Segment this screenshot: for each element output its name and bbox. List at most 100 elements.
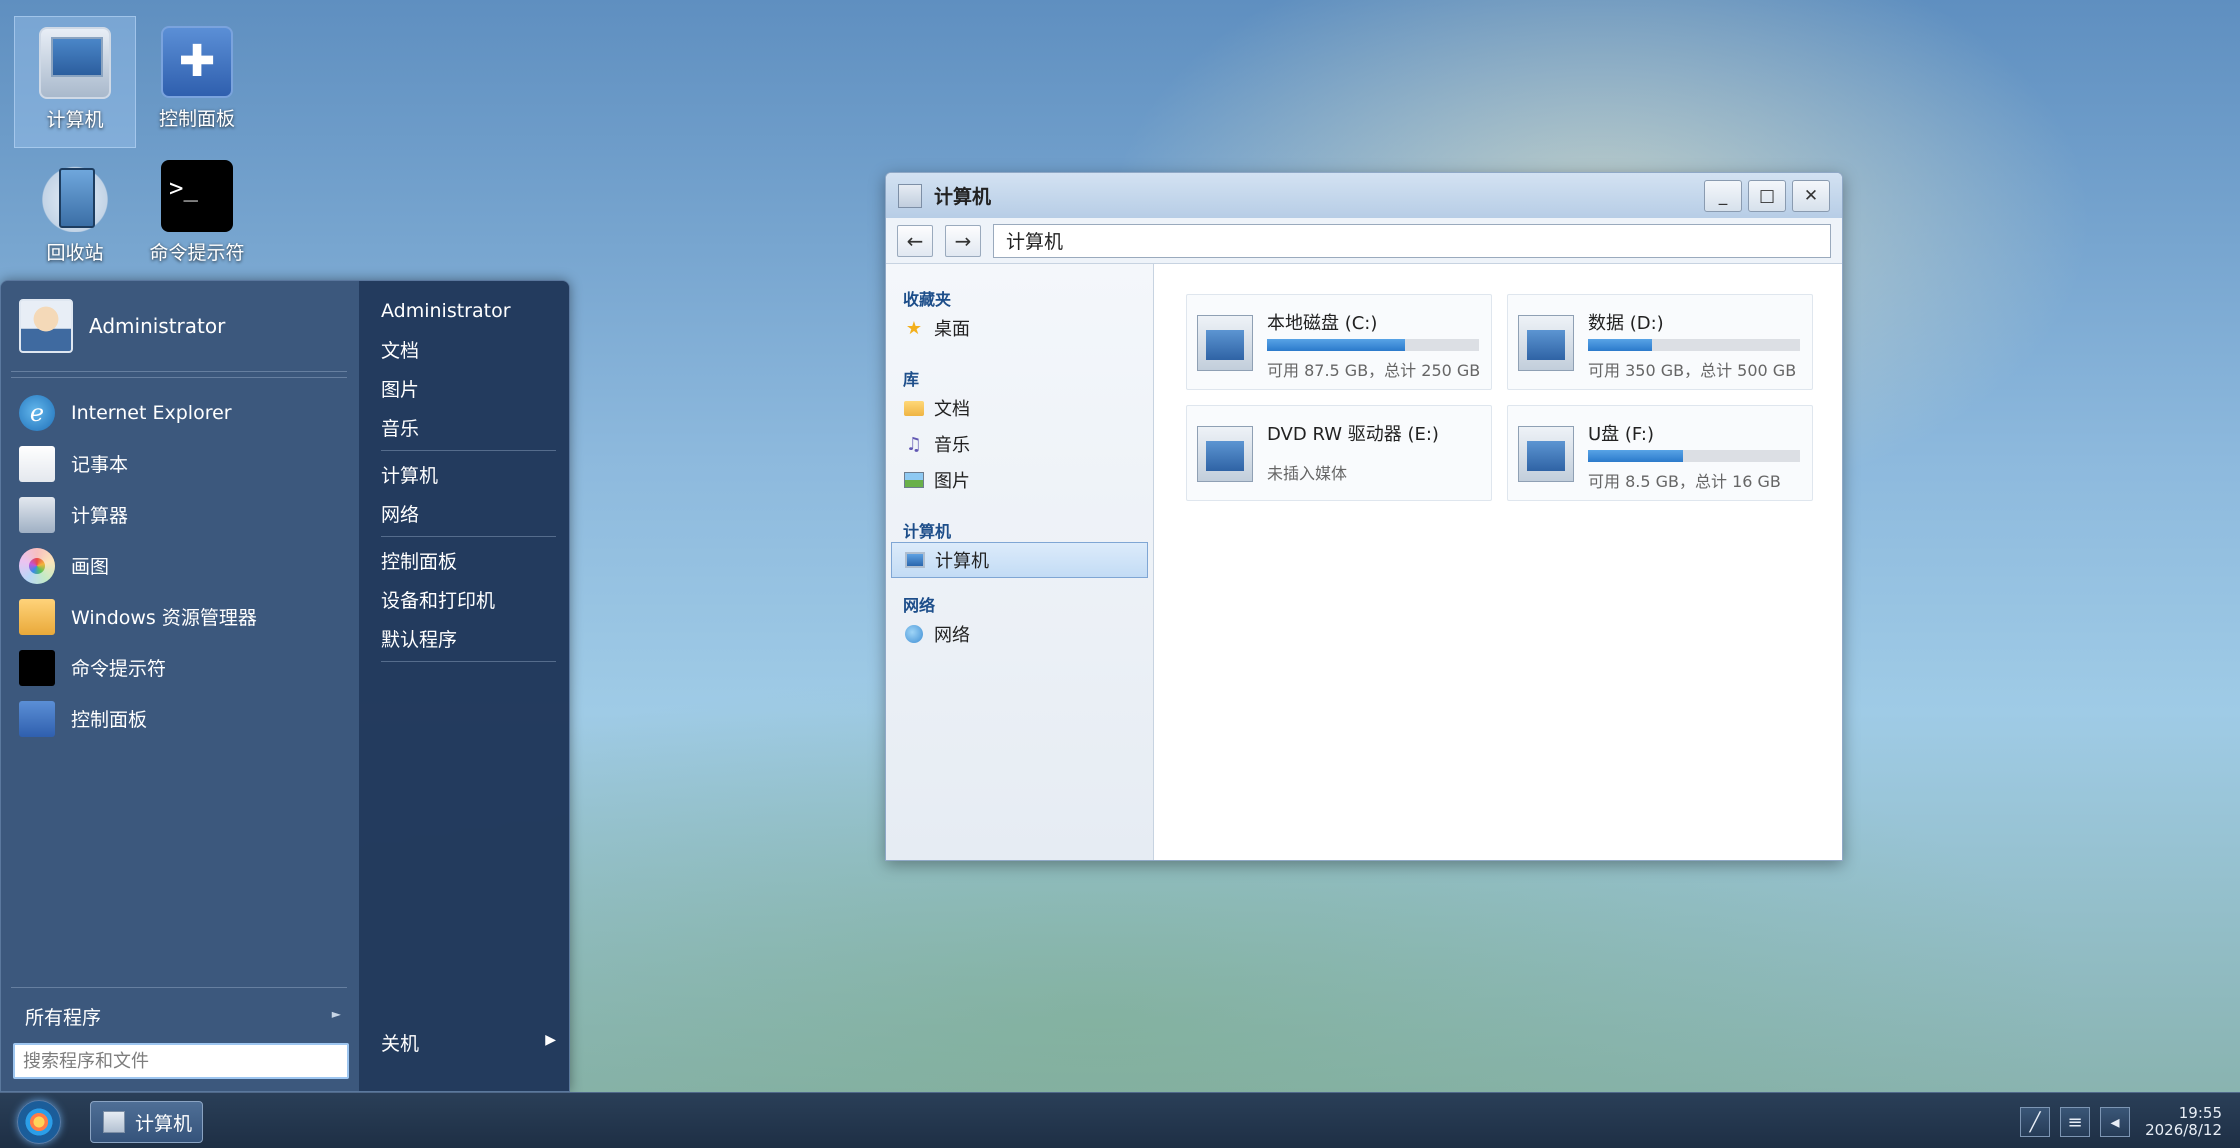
control-panel-icon: ✚: [161, 26, 233, 98]
divider: [11, 377, 347, 378]
shutdown-label: 关机: [381, 1033, 420, 1055]
desktop-icon-recycle-bin[interactable]: 回收站: [14, 150, 136, 282]
drive-name: U盘 (F:): [1588, 424, 1654, 445]
nav-item-network[interactable]: 网络: [886, 616, 1153, 652]
nav-group-computer[interactable]: 计算机: [886, 518, 1153, 542]
start-link-user-folder[interactable]: Administrator: [381, 291, 556, 330]
drive-name: 数据 (D:): [1588, 313, 1664, 334]
pen-icon[interactable]: ╱: [2020, 1107, 2050, 1137]
chevron-right-icon[interactable]: ▶: [545, 1029, 556, 1056]
calculator-icon: [19, 496, 55, 533]
close-button[interactable]: ✕: [1792, 179, 1830, 212]
app-label: 命令提示符: [71, 658, 167, 680]
forward-button[interactable]: →: [945, 224, 981, 257]
explorer-icon: [19, 598, 55, 635]
content-pane: 本地磁盘 (C:) 可用 87.5 GB，总计 250 GB 数据 (D:) 可…: [1154, 264, 1842, 860]
start-app-notepad[interactable]: 记事本: [19, 438, 349, 489]
maximize-button[interactable]: □: [1748, 179, 1786, 212]
start-menu-right-pane: Administrator 文档 图片 音乐 计算机 网络 控制面板 设备和打印…: [359, 281, 569, 1091]
back-button[interactable]: ←: [897, 224, 933, 257]
drive-c[interactable]: 本地磁盘 (C:) 可用 87.5 GB，总计 250 GB: [1186, 294, 1492, 390]
drive-e[interactable]: DVD RW 驱动器 (E:) 未插入媒体: [1186, 405, 1492, 501]
taskbar-item-computer[interactable]: 计算机: [90, 1101, 203, 1143]
command-prompt-icon: >_: [161, 160, 233, 232]
nav-item-desktop[interactable]: ★ 桌面: [886, 310, 1153, 346]
start-link-computer[interactable]: 计算机: [381, 455, 556, 494]
drive-name: DVD RW 驱动器 (E:): [1267, 424, 1439, 445]
avatar: [19, 299, 73, 353]
start-link-control-panel[interactable]: 控制面板: [381, 541, 556, 580]
control-panel-icon: [19, 700, 55, 737]
start-link-documents[interactable]: 文档: [381, 330, 556, 369]
nav-group-network[interactable]: 网络: [886, 592, 1153, 616]
start-app-paint[interactable]: 画图: [19, 540, 349, 591]
clock[interactable]: 19:55 2026/8/12: [2145, 1105, 2230, 1139]
navigation-pane: 收藏夹 ★ 桌面 库 文档 ♫ 音乐 图片 计算机 计算机 网络 网络: [886, 264, 1154, 860]
cmd-icon: [19, 649, 55, 686]
drive-name: 本地磁盘 (C:): [1267, 313, 1378, 334]
hard-drive-icon: [1518, 315, 1574, 371]
taskbar: 计算机 ╱ ≡ ◂ 19:55 2026/8/12: [0, 1092, 2240, 1148]
star-icon: ★: [905, 317, 923, 339]
window-titlebar[interactable]: 计算机 _ □ ✕: [886, 173, 1842, 218]
taskbar-item-label: 计算机: [135, 1112, 193, 1135]
all-programs-label: 所有程序: [25, 1007, 102, 1029]
start-search-input[interactable]: [13, 1043, 349, 1079]
start-app-windows-explorer[interactable]: Windows 资源管理器: [19, 591, 349, 642]
start-app-control-panel[interactable]: 控制面板: [19, 693, 349, 744]
drive-space-info: 可用 8.5 GB，总计 16 GB: [1588, 472, 1781, 491]
nav-group-libraries[interactable]: 库: [886, 366, 1153, 390]
nav-item-pictures[interactable]: 图片: [886, 462, 1153, 498]
desktop-icon-label: 计算机: [46, 109, 104, 131]
start-menu-left-pane: Administrator e Internet Explorer 记事本 计算…: [1, 281, 359, 1091]
start-link-pictures[interactable]: 图片: [381, 369, 556, 408]
shutdown-button[interactable]: 关机 ▶: [381, 1029, 556, 1056]
nav-item-label: 桌面: [934, 319, 970, 340]
all-programs-button[interactable]: 所有程序 ►: [25, 1003, 341, 1030]
navigation-bar: ← → 计算机: [886, 218, 1842, 264]
minimize-button[interactable]: _: [1704, 179, 1742, 212]
start-link-default-programs[interactable]: 默认程序: [381, 619, 556, 658]
start-link-music[interactable]: 音乐: [381, 408, 556, 447]
nav-item-documents[interactable]: 文档: [886, 390, 1153, 426]
desktop-icon-label: 控制面板: [158, 108, 235, 130]
picture-icon: [904, 472, 924, 488]
user-name: Administrator: [89, 314, 226, 338]
desktop-icon-command-prompt[interactable]: >_ 命令提示符: [136, 150, 258, 282]
start-button[interactable]: [17, 1100, 61, 1144]
drive-d[interactable]: 数据 (D:) 可用 350 GB，总计 500 GB: [1507, 294, 1813, 390]
address-bar[interactable]: 计算机: [993, 223, 1831, 258]
divider: [11, 987, 347, 988]
nav-item-label: 网络: [934, 625, 970, 646]
music-icon: ♫: [905, 433, 923, 455]
hard-drive-icon: [1197, 315, 1253, 371]
start-app-internet-explorer[interactable]: e Internet Explorer: [19, 387, 349, 438]
window-title: 计算机: [934, 186, 992, 208]
usb-drive-icon: [1518, 426, 1574, 482]
start-menu: Administrator e Internet Explorer 记事本 计算…: [0, 280, 570, 1092]
system-tray: ╱ ≡ ◂ 19:55 2026/8/12: [2012, 1101, 2230, 1143]
start-app-calculator[interactable]: 计算器: [19, 489, 349, 540]
start-menu-user[interactable]: Administrator: [19, 299, 225, 353]
nav-item-music[interactable]: ♫ 音乐: [886, 426, 1153, 462]
desktop-icon-computer[interactable]: 计算机: [14, 16, 136, 148]
volume-icon[interactable]: ◂: [2100, 1107, 2130, 1137]
desktop-icon-control-panel[interactable]: ✚ 控制面板: [136, 16, 258, 148]
network-icon[interactable]: ≡: [2060, 1107, 2090, 1137]
divider: [381, 661, 556, 662]
computer-icon: [39, 27, 111, 99]
divider: [381, 450, 556, 451]
paint-icon: [19, 547, 55, 584]
folder-icon: [904, 400, 924, 416]
clock-date: 2026/8/12: [2145, 1121, 2222, 1139]
app-label: Internet Explorer: [71, 401, 232, 424]
start-link-network[interactable]: 网络: [381, 494, 556, 533]
nav-group-favorites[interactable]: 收藏夹: [886, 286, 1153, 310]
start-link-devices-printers[interactable]: 设备和打印机: [381, 580, 556, 619]
nav-item-computer[interactable]: 计算机: [891, 542, 1148, 578]
drive-f[interactable]: U盘 (F:) 可用 8.5 GB，总计 16 GB: [1507, 405, 1813, 501]
start-app-command-prompt[interactable]: 命令提示符: [19, 642, 349, 693]
divider: [381, 536, 556, 537]
clock-time: 19:55: [2178, 1104, 2222, 1122]
recycle-bin-icon: [39, 160, 111, 232]
